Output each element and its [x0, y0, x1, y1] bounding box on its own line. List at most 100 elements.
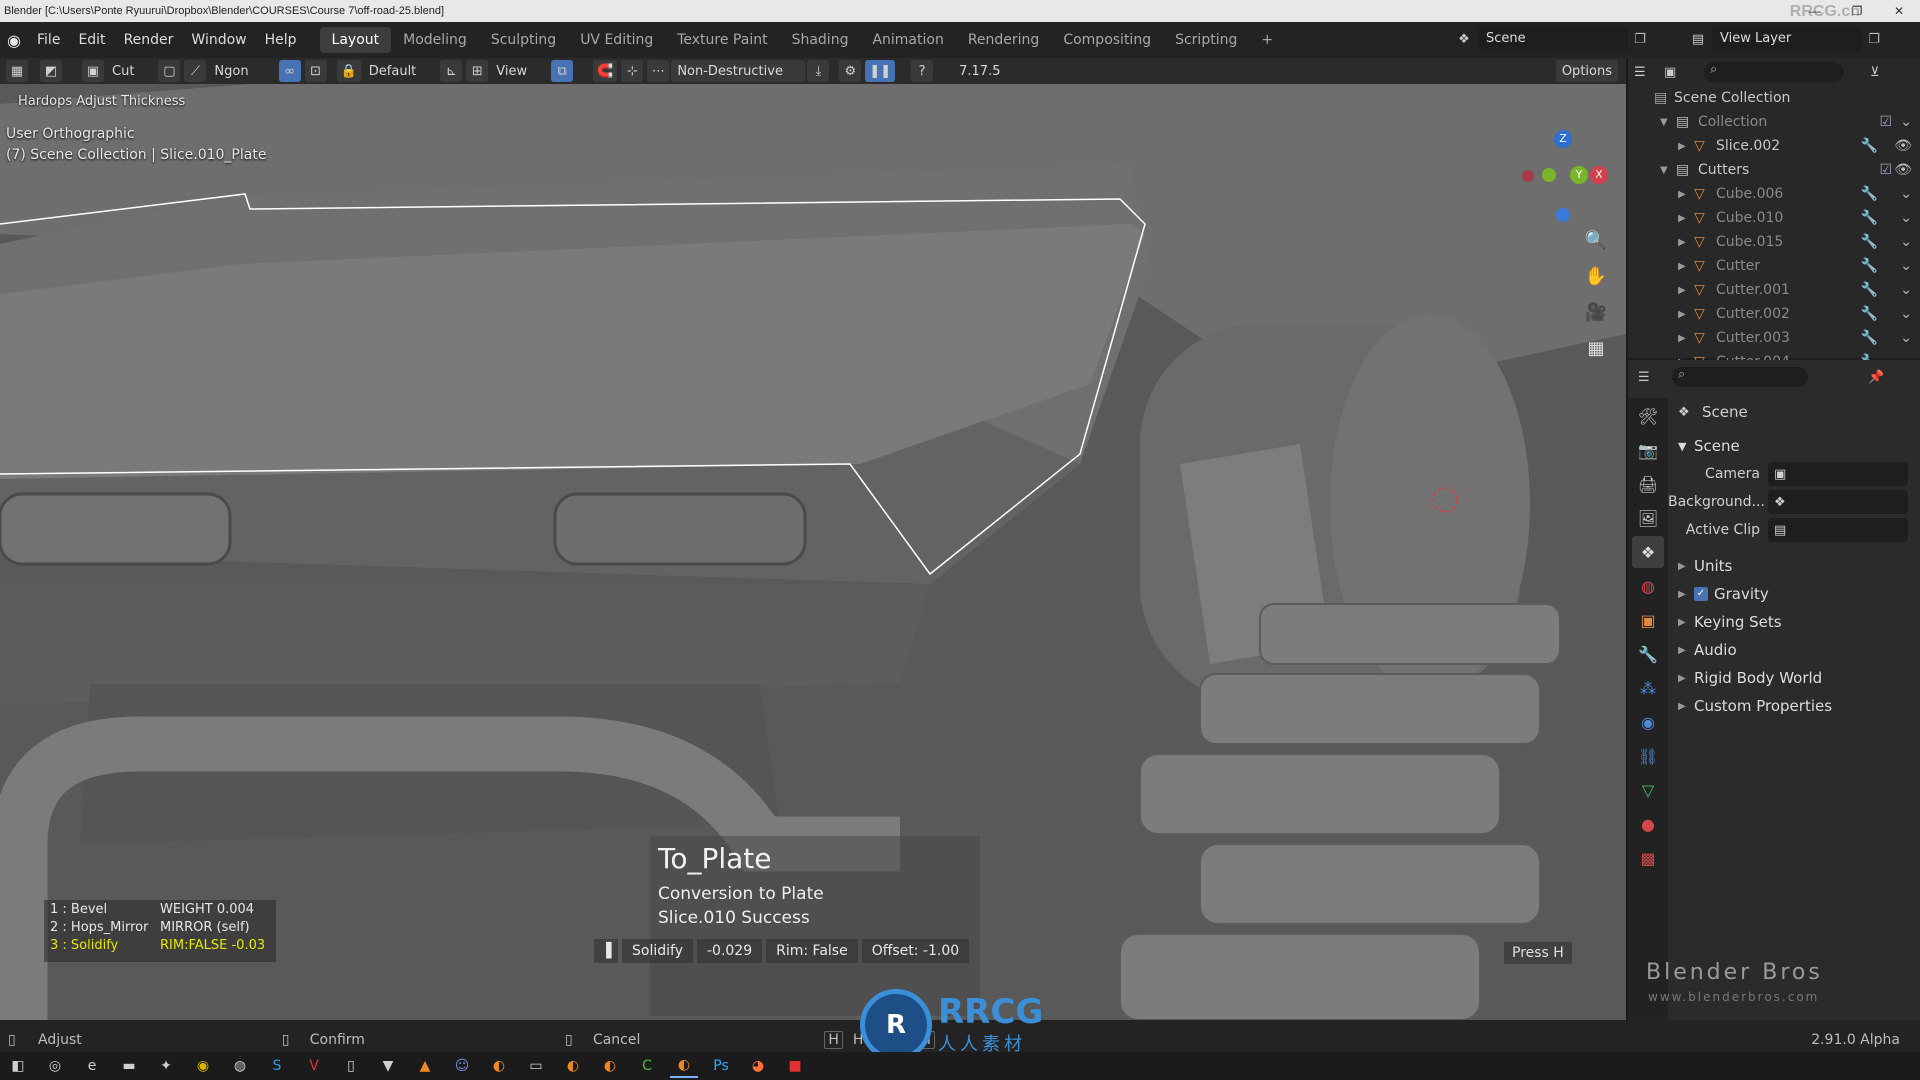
folder-icon[interactable]: ▬ [115, 1054, 143, 1078]
minimize-button[interactable]: — [1794, 0, 1836, 22]
new-view-layer-icon[interactable]: ❐ [1862, 32, 1886, 47]
apply-icon[interactable]: ⤓ [807, 60, 830, 82]
outliner-editor-icon[interactable]: ☰ [1634, 65, 1664, 80]
visibility-eye-icon[interactable]: ⌄ [1900, 258, 1912, 274]
outliner-item[interactable]: ▼ ▤ Cutters ☑ 👁 [1628, 158, 1920, 182]
menu-window[interactable]: Window [182, 27, 255, 53]
visibility-eye-icon[interactable]: ⌄ [1900, 234, 1912, 250]
physics-tab-icon[interactable]: ◉ [1632, 706, 1664, 738]
panel-units[interactable]: ▶ Units [1668, 552, 1920, 580]
array-icon[interactable]: ⋯ [647, 60, 670, 82]
file-icon[interactable]: ▯ [337, 1054, 365, 1078]
background-input[interactable]: ❖ [1768, 490, 1908, 514]
modifier-wrench-icon[interactable]: 🔧 [1861, 330, 1878, 346]
tab-layout[interactable]: Layout [319, 27, 392, 53]
gizmo-x-axis[interactable]: X [1590, 166, 1608, 184]
grid-snap-icon[interactable]: ⊞ [466, 60, 489, 82]
tab-uv-editing[interactable]: UV Editing [568, 27, 665, 53]
gizmo-y-axis[interactable]: Y [1570, 166, 1588, 184]
view-layer-tab-icon[interactable]: 🖼 [1632, 502, 1664, 534]
visibility-eye-icon[interactable]: 👁 [1894, 162, 1912, 178]
render-tab-icon[interactable]: 📷 [1632, 434, 1664, 466]
blender-logo-icon[interactable]: ◉ [0, 31, 28, 50]
pause-icon[interactable]: ❚❚ [865, 60, 896, 82]
expand-arrow-icon[interactable]: ▼ [1660, 117, 1676, 128]
panel-custom-properties[interactable]: ▶ Custom Properties [1668, 692, 1920, 720]
skype-icon[interactable]: S [263, 1054, 291, 1078]
chat-icon[interactable]: ▭ [522, 1054, 550, 1078]
properties-editor-icon[interactable]: ☰ [1638, 370, 1672, 385]
gizmo-neg-z[interactable] [1556, 208, 1570, 222]
outliner-item[interactable]: ▶ ▽ Cube.006 🔧 ⌄ [1628, 182, 1920, 206]
lock-icon[interactable]: 🔒 [336, 60, 361, 82]
tab-scripting[interactable]: Scripting [1163, 27, 1249, 53]
new-scene-icon[interactable]: ❐ [1628, 32, 1652, 47]
modifier-wrench-icon[interactable]: 🔧 [1861, 234, 1878, 250]
outliner-item[interactable]: ▶ ▽ Cube.010 🔧 ⌄ [1628, 206, 1920, 230]
visibility-eye-icon[interactable]: ⌄ [1900, 186, 1912, 202]
visibility-eye-icon[interactable]: ⌄ [1900, 306, 1912, 322]
shape-icon[interactable]: ▢ [158, 60, 181, 82]
checkbox-icon[interactable]: ☑ [1879, 114, 1892, 130]
chrome-icon[interactable]: ◉ [189, 1054, 217, 1078]
blender-active-icon[interactable]: ◐ [670, 1054, 698, 1078]
link-icon[interactable]: ∞ [278, 60, 301, 82]
outliner-item[interactable]: ▼ ▤ Collection ☑ ⌄ [1628, 110, 1920, 134]
modifier-wrench-icon[interactable]: 🔧 [1861, 282, 1878, 298]
cut-shape-icon[interactable]: ▣ [82, 60, 104, 82]
visibility-eye-icon[interactable]: ⌄ [1900, 114, 1912, 130]
outliner-item[interactable]: ▶ ▽ Cutter.003 🔧 ⌄ [1628, 326, 1920, 350]
ortho-grid-icon[interactable]: ▦ [1580, 332, 1612, 364]
blender-d-icon[interactable]: ◐ [596, 1054, 624, 1078]
editor-type-icon[interactable]: ▦ [6, 60, 28, 82]
outliner-item[interactable]: ▶ ▽ Cutter 🔧 ⌄ [1628, 254, 1920, 278]
panel-gravity[interactable]: ▶ ✓ Gravity [1668, 580, 1920, 608]
world-tab-icon[interactable]: ◍ [1632, 570, 1664, 602]
expand-arrow-icon[interactable]: ▶ [1678, 213, 1694, 224]
menu-edit[interactable]: Edit [69, 27, 114, 53]
tab-compositing[interactable]: Compositing [1051, 27, 1163, 53]
snap-icon[interactable]: 🧲 [593, 60, 618, 82]
photoshop-icon[interactable]: Ps [707, 1054, 735, 1078]
display-mode-icon[interactable]: ▣ [1664, 65, 1694, 80]
app-icon[interactable]: ✦ [152, 1054, 180, 1078]
gizmo-neg-y[interactable] [1542, 168, 1556, 182]
scene-tab-icon[interactable]: ❖ [1632, 536, 1664, 568]
visibility-eye-icon[interactable]: 👁 [1894, 138, 1912, 154]
active-clip-input[interactable]: ▤ [1768, 518, 1908, 542]
modifier-wrench-icon[interactable]: 🔧 [1861, 210, 1878, 226]
modifier-tab-icon[interactable]: 🔧 [1632, 638, 1664, 670]
expand-arrow-icon[interactable]: ▶ [1678, 309, 1694, 320]
blender-icon[interactable]: ◎ [41, 1054, 69, 1078]
draw-ngon-icon[interactable]: ⟋ [184, 60, 207, 82]
3d-viewport[interactable]: Hardops Adjust Thickness User Orthograph… [0, 84, 1626, 1020]
expand-arrow-icon[interactable]: ▶ [1678, 237, 1694, 248]
expand-arrow-icon[interactable]: ▶ [1678, 285, 1694, 296]
panel-keying-sets[interactable]: ▶ Keying Sets [1668, 608, 1920, 636]
properties-search-icon[interactable]: ⌕ [1672, 367, 1808, 387]
firefox-icon[interactable]: ◕ [744, 1054, 772, 1078]
modifier-wrench-icon[interactable]: 🔧 [1861, 186, 1878, 202]
filter-icon[interactable]: ⊻ [1870, 65, 1880, 80]
menu-render[interactable]: Render [115, 27, 183, 53]
expand-arrow-icon[interactable]: ▶ [1678, 189, 1694, 200]
tool-tab-icon[interactable]: 🛠 [1632, 400, 1664, 432]
visibility-eye-icon[interactable]: ⌄ [1900, 210, 1912, 226]
close-window-button[interactable]: ✕ [1878, 0, 1920, 22]
modifier-wrench-icon[interactable]: 🔧 [1861, 306, 1878, 322]
menu-file[interactable]: File [28, 27, 69, 53]
data-tab-icon[interactable]: ▽ [1632, 774, 1664, 806]
orientation-icon[interactable]: ⊾ [440, 60, 463, 82]
blender-b-icon[interactable]: ◐ [485, 1054, 513, 1078]
cut-mode-label[interactable]: Cut [106, 60, 140, 82]
outliner-item[interactable]: ▶ ▽ Cube.015 🔧 ⌄ [1628, 230, 1920, 254]
texture-tab-icon[interactable]: ▩ [1632, 842, 1664, 874]
options-dropdown[interactable]: Options [1555, 60, 1618, 82]
green-app-icon[interactable]: C [633, 1054, 661, 1078]
visibility-eye-icon[interactable]: ⌄ [1900, 282, 1912, 298]
particles-tab-icon[interactable]: ⁂ [1632, 672, 1664, 704]
vlc-icon[interactable]: ▲ [411, 1054, 439, 1078]
tab-modeling[interactable]: Modeling [391, 27, 479, 53]
navigation-gizmo[interactable]: Z Y X [1510, 124, 1620, 224]
material-tab-icon[interactable]: ● [1632, 808, 1664, 840]
